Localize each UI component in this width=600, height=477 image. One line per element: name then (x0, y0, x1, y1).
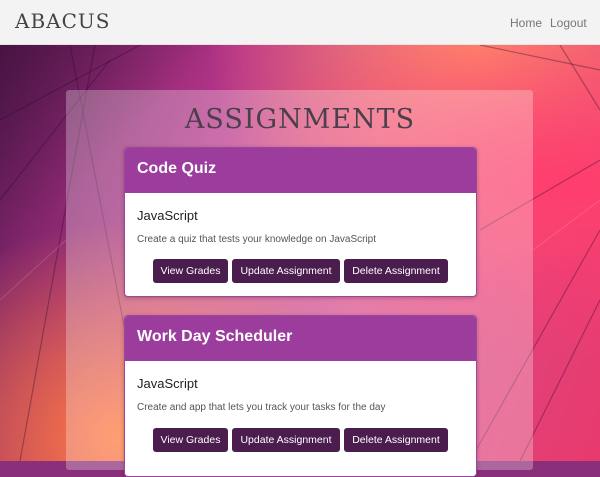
view-grades-button[interactable]: View Grades (153, 428, 228, 452)
update-assignment-button[interactable]: Update Assignment (232, 259, 340, 283)
assignment-description: Create and app that lets you track your … (137, 402, 386, 413)
assignment-card-body: JavaScript Create and app that lets you … (125, 361, 476, 476)
assignment-description: Create a quiz that tests your knowledge … (137, 234, 377, 245)
assignment-card: Work Day Scheduler JavaScript Create and… (124, 315, 477, 477)
assignment-card-body: JavaScript Create a quiz that tests your… (125, 193, 476, 296)
brand-logo[interactable]: ABACUS (15, 9, 110, 33)
assignment-language: JavaScript (137, 376, 198, 391)
assignment-language: JavaScript (137, 208, 198, 223)
view-grades-button[interactable]: View Grades (153, 259, 228, 283)
assignment-card-title: Code Quiz (125, 148, 476, 193)
assignment-card-title: Work Day Scheduler (125, 316, 476, 361)
delete-assignment-button[interactable]: Delete Assignment (344, 428, 448, 452)
navbar: ABACUS Home Logout (0, 0, 600, 45)
delete-assignment-button[interactable]: Delete Assignment (344, 259, 448, 283)
page-title: ASSIGNMENTS (184, 104, 416, 135)
nav-home-link[interactable]: Home (510, 16, 542, 30)
nav-logout-link[interactable]: Logout (550, 16, 587, 30)
update-assignment-button[interactable]: Update Assignment (232, 428, 340, 452)
assignment-card: Code Quiz JavaScript Create a quiz that … (124, 147, 477, 297)
